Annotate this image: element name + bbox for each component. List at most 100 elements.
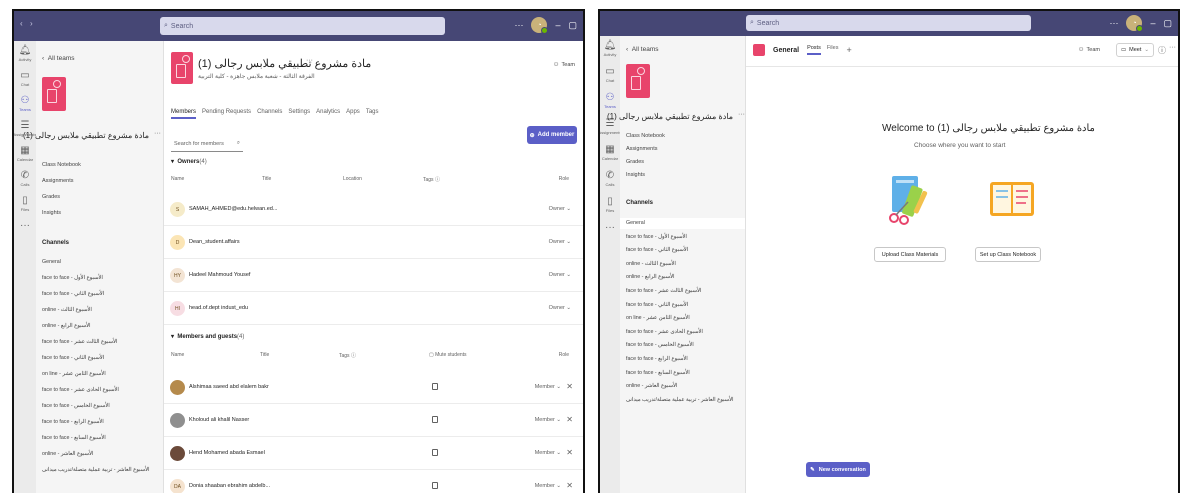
mute-checkbox[interactable]	[432, 416, 438, 423]
channel-item[interactable]: face to face - الأسبوع الثاني	[36, 289, 163, 300]
nav-grades[interactable]: Grades	[626, 159, 644, 165]
minimize-icon[interactable]: –	[555, 20, 560, 30]
minimize-icon[interactable]: –	[1150, 18, 1155, 28]
guest-row[interactable]: DA Donia shaaban ebrahim abdelb... Member …	[164, 470, 583, 493]
remove-member-icon[interactable]: ✕	[566, 481, 573, 490]
role-dropdown[interactable]: Member ⌄	[535, 384, 561, 390]
mute-checkbox[interactable]	[432, 482, 438, 489]
guests-section-toggle[interactable]: ▾ Members and guests(4)	[171, 333, 244, 340]
add-member-button[interactable]: ⊕ Add member	[527, 126, 577, 144]
tab-pending-requests[interactable]: Pending Requests	[202, 109, 251, 119]
rail-files[interactable]: ▯ Files	[606, 196, 614, 213]
role-dropdown[interactable]: Member ⌄	[535, 417, 561, 423]
tab-settings[interactable]: Settings	[288, 109, 310, 119]
remove-member-icon[interactable]: ✕	[566, 448, 573, 457]
channel-item[interactable]: face to face - الأسبوع الحادى عشر	[620, 327, 745, 338]
owner-row[interactable]: D Dean_student.affairs Owner ⌄	[164, 226, 583, 259]
info-icon[interactable]: ⓘ	[1158, 45, 1166, 56]
nav-insights[interactable]: Insights	[42, 210, 61, 216]
maximize-icon[interactable]: ▢	[568, 20, 577, 31]
maximize-icon[interactable]: ▢	[1163, 18, 1172, 29]
channel-item[interactable]: General	[36, 257, 163, 268]
channel-item[interactable]: face to face - الأسبوع السابع	[36, 433, 163, 444]
rail-calls[interactable]: ✆ Calls	[21, 170, 30, 187]
nav-grades[interactable]: Grades	[42, 194, 60, 200]
channel-item[interactable]: General	[620, 218, 745, 229]
tab-apps[interactable]: Apps	[346, 109, 360, 119]
tab-posts[interactable]: Posts	[807, 45, 821, 55]
mute-checkbox[interactable]	[432, 383, 438, 390]
remove-member-icon[interactable]: ✕	[566, 415, 573, 424]
channel-item[interactable]: الأسبوع العاشر - تربية عملية متصلة/تدريب…	[620, 395, 745, 406]
channel-item[interactable]: online - الأسبوع الثالث	[36, 305, 163, 316]
channel-item[interactable]: face to face - الأسبوع السابع	[620, 368, 745, 379]
more-options-icon[interactable]: ···	[1109, 18, 1118, 28]
channel-item[interactable]: on line - الأسبوع الثامن عشر	[36, 369, 163, 380]
owners-section-toggle[interactable]: ▾ Owners(4)	[171, 158, 207, 165]
role-dropdown[interactable]: Member ⌄	[535, 450, 561, 456]
guest-row[interactable]: Alshimaa saeed abd elalem bakr Member ⌄ ✕	[164, 371, 583, 404]
role-dropdown[interactable]: Owner ⌄	[549, 272, 571, 278]
channel-item[interactable]: face to face - الأسبوع الثالث عشر	[36, 337, 163, 348]
back-arrow-icon[interactable]: ‹	[20, 19, 23, 28]
channel-item[interactable]: face to face - الأسبوع الثاني	[36, 353, 163, 364]
nav-assignments[interactable]: Assignments	[42, 178, 74, 184]
rail-more[interactable]: ···	[20, 220, 30, 232]
channel-item[interactable]: face to face - الأسبوع الرابع	[620, 354, 745, 365]
channel-item[interactable]: online - الأسبوع العاشر	[36, 449, 163, 460]
user-avatar[interactable]: ◔	[531, 17, 549, 34]
more-options-icon[interactable]: ···	[306, 57, 313, 64]
role-dropdown[interactable]: Owner ⌄	[549, 206, 571, 212]
channel-item[interactable]: face to face - الأسبوع الخامس	[36, 401, 163, 412]
meet-button[interactable]: ▭ Meet ⌄	[1115, 43, 1154, 57]
channel-item[interactable]: face to face - الأسبوع الحادى عشر	[36, 385, 163, 396]
remove-member-icon[interactable]: ✕	[566, 382, 573, 391]
upload-class-materials-button[interactable]: Upload Class Materials	[874, 247, 946, 262]
all-teams-link[interactable]: ‹ All teams	[626, 46, 659, 53]
channel-item[interactable]: الأسبوع العاشر - تربية عملية متصلة/تدريب…	[36, 465, 163, 476]
role-dropdown[interactable]: Owner ⌄	[549, 239, 571, 245]
nav-class-notebook[interactable]: Class Notebook	[42, 162, 81, 168]
rail-calendar[interactable]: ▦ Calendar	[602, 144, 618, 161]
rail-files[interactable]: ▯ Files	[21, 195, 29, 212]
guest-row[interactable]: Hend Mohamed abada Esmael Member ⌄ ✕	[164, 437, 583, 470]
search-bar[interactable]: ⌕ Search	[746, 15, 1031, 31]
guest-row[interactable]: Kholoud ali khalil Nasser Member ⌄ ✕	[164, 404, 583, 437]
tab-channels[interactable]: Channels	[257, 109, 282, 119]
channel-item[interactable]: face to face - الأسبوع الثاني	[620, 245, 745, 256]
rail-calls[interactable]: ✆ Calls	[606, 170, 615, 187]
rail-teams[interactable]: ⚇ Teams	[19, 95, 31, 112]
search-bar[interactable]: ⌕ Search	[160, 17, 445, 35]
role-dropdown[interactable]: Owner ⌄	[549, 305, 571, 311]
channel-item[interactable]: on line - الأسبوع الثامن عشر	[620, 313, 745, 324]
role-dropdown[interactable]: Member ⌄	[535, 483, 561, 489]
channel-item[interactable]: face to face - الأسبوع الثاني	[620, 300, 745, 311]
team-button[interactable]: ⚇ Team	[554, 62, 575, 68]
team-button[interactable]: ⚇ Team	[1079, 47, 1100, 53]
member-search-input[interactable]: Search for members ⌕	[171, 136, 243, 152]
more-options-icon[interactable]: ···	[154, 130, 161, 137]
channel-item[interactable]: face to face - الأسبوع الأول	[36, 273, 163, 284]
channel-item[interactable]: face to face - الأسبوع الرابع	[36, 417, 163, 428]
more-options-icon[interactable]: ···	[1169, 44, 1176, 51]
more-options-icon[interactable]: ···	[514, 20, 523, 30]
forward-arrow-icon[interactable]: ›	[30, 19, 33, 28]
channel-item[interactable]: online - الأسبوع الرابع	[620, 272, 745, 283]
rail-activity[interactable]: 🔔︎ Activity	[19, 45, 32, 62]
rail-teams[interactable]: ⚇ Teams	[604, 92, 616, 109]
nav-insights[interactable]: Insights	[626, 172, 645, 178]
owner-row[interactable]: HY Hadeel Mahmoud Yousef Owner ⌄	[164, 259, 583, 292]
nav-class-notebook[interactable]: Class Notebook	[626, 133, 665, 139]
rail-more[interactable]: ···	[605, 222, 615, 234]
user-avatar[interactable]: ◔	[1126, 15, 1144, 32]
channel-item[interactable]: face to face - الأسبوع الثالث عشر	[620, 286, 745, 297]
tab-files[interactable]: Files	[827, 45, 839, 55]
tab-members[interactable]: Members	[171, 109, 197, 119]
rail-calendar[interactable]: ▦ Calendar	[17, 145, 33, 162]
channel-item[interactable]: face to face - الأسبوع الأول	[620, 232, 745, 243]
setup-class-notebook-button[interactable]: Set up Class Notebook	[975, 247, 1041, 262]
rail-chat[interactable]: ▭ Chat	[605, 66, 614, 83]
channel-item[interactable]: online - الأسبوع العاشر	[620, 381, 745, 392]
owner-row[interactable]: S SAMAH_AHMED@edu.helwan.ed... Owner ⌄	[164, 193, 583, 226]
mute-checkbox[interactable]	[432, 449, 438, 456]
